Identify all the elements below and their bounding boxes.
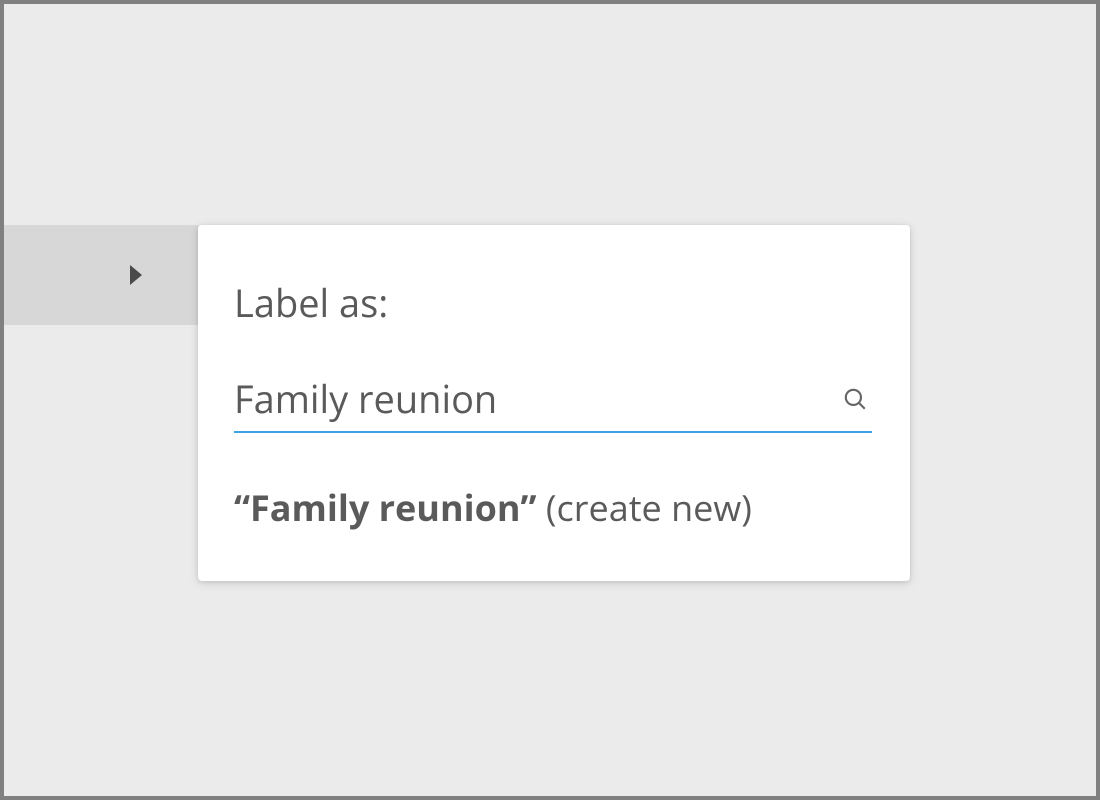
label-popover: Label as: “Family reunion” (create new): [198, 225, 910, 581]
popover-title: Label as:: [234, 277, 874, 329]
create-new-label-name: “Family reunion”: [234, 483, 537, 532]
app-viewport: Label as: “Family reunion” (create new): [4, 4, 1096, 796]
label-search-input[interactable]: [234, 373, 832, 425]
search-icon[interactable]: [832, 386, 872, 412]
label-menu-trigger[interactable]: [4, 225, 198, 325]
create-new-label-option[interactable]: “Family reunion” (create new): [234, 485, 874, 532]
label-search-row: [234, 373, 872, 433]
create-new-label-suffix: (create new): [537, 483, 752, 532]
chevron-right-icon: [130, 265, 142, 285]
